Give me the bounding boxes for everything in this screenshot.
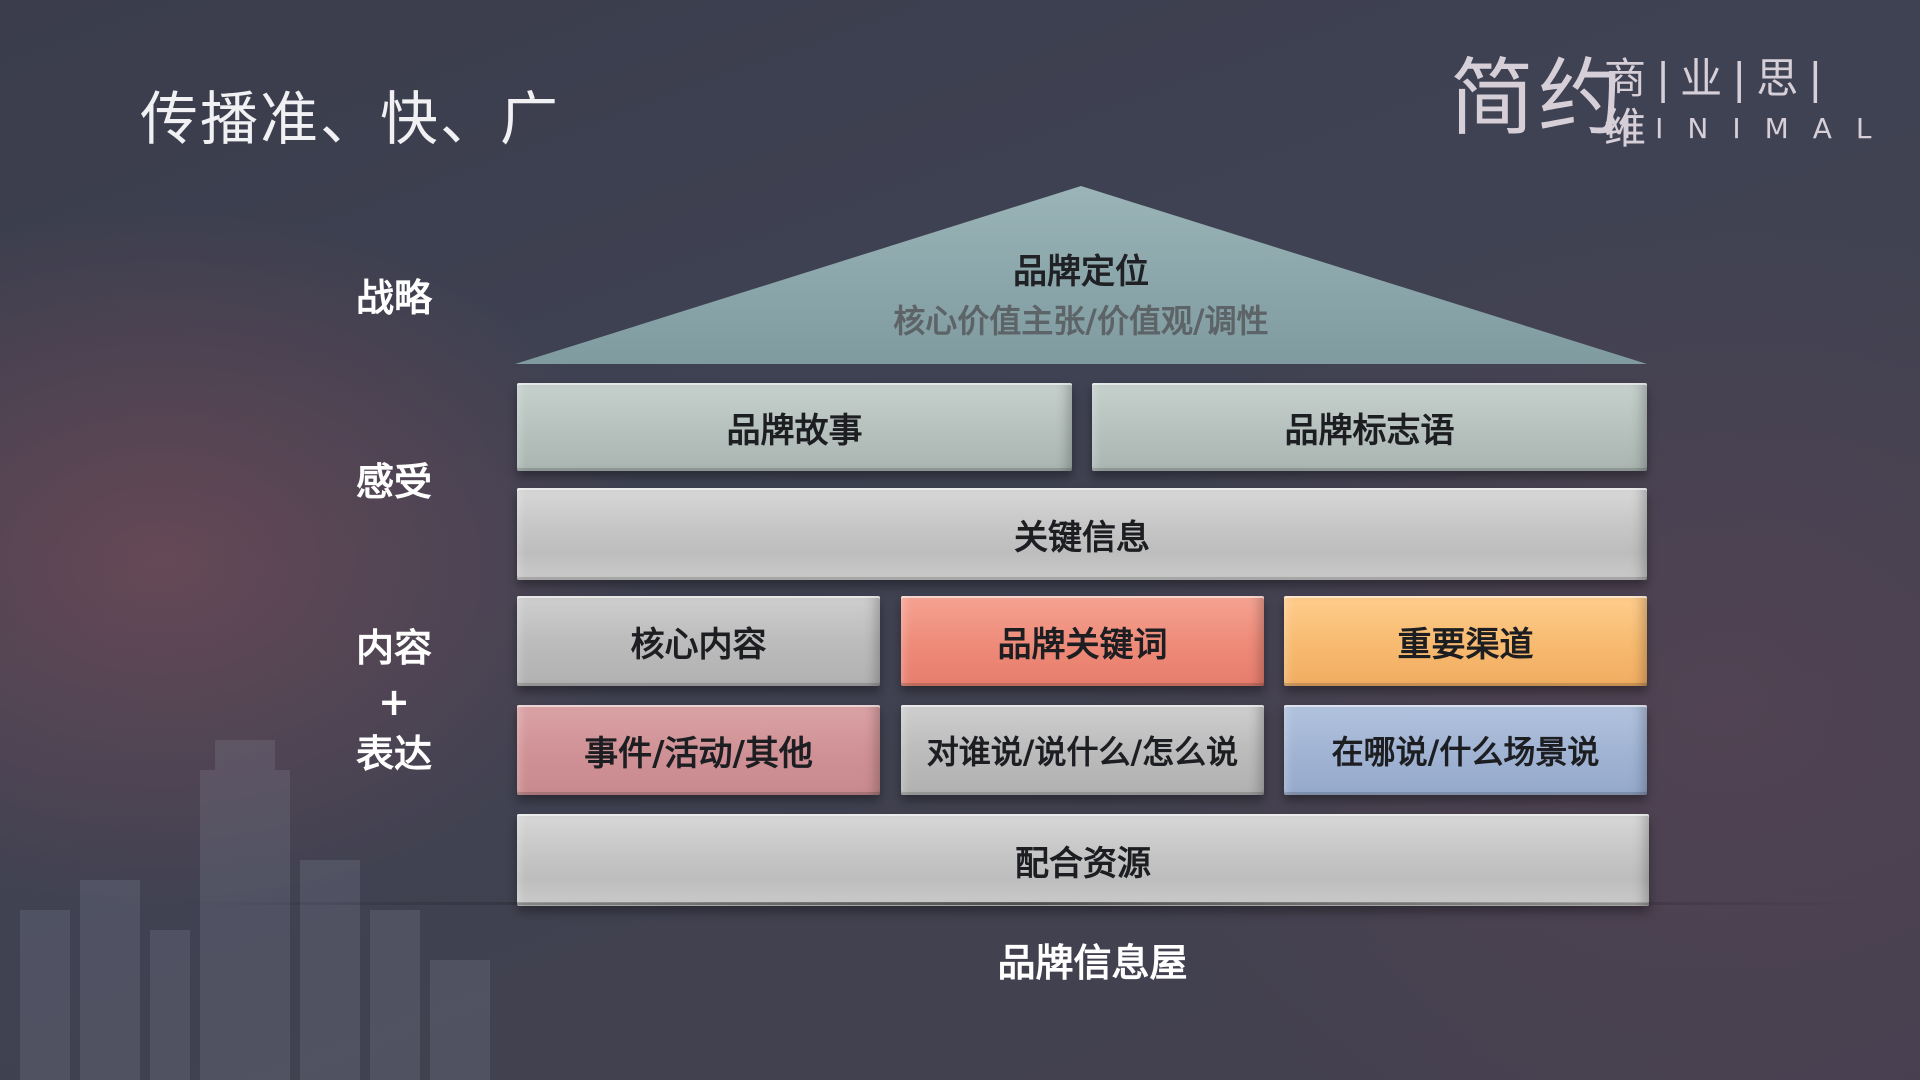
label-expression: 表达 <box>355 732 432 776</box>
block-events: 事件/活动/其他 <box>517 705 880 795</box>
block-key-message: 关键信息 <box>517 488 1647 580</box>
label-content: 内容 <box>355 626 432 670</box>
block-core-content: 核心内容 <box>517 596 880 686</box>
logo-latin-text: MINIMAL <box>1607 112 1896 145</box>
block-key-channels: 重要渠道 <box>1284 596 1647 686</box>
logo-main-text: 简约 <box>1450 49 1627 147</box>
block-brand-keywords: 品牌关键词 <box>901 596 1264 686</box>
diagram-caption: 品牌信息屋 <box>997 941 1188 985</box>
ground-line <box>170 902 1880 905</box>
brand-logo: 简约 商|业|思|维 MINIMAL <box>1450 48 1872 158</box>
block-scenes: 在哪说/什么场景说 <box>1284 705 1647 795</box>
label-plus: + <box>378 680 410 724</box>
label-strategy: 战略 <box>355 276 432 320</box>
slide-title: 传播准、快、广 <box>140 85 561 153</box>
block-audience-message: 对谁说/说什么/怎么说 <box>901 705 1264 795</box>
roof-subtitle: 核心价值主张/价值观/调性 <box>893 302 1269 340</box>
roof-title: 品牌定位 <box>1013 252 1149 292</box>
block-resources: 配合资源 <box>517 814 1649 906</box>
block-brand-story: 品牌故事 <box>517 383 1072 471</box>
label-feeling: 感受 <box>355 460 432 504</box>
block-brand-slogan: 品牌标志语 <box>1092 383 1647 471</box>
